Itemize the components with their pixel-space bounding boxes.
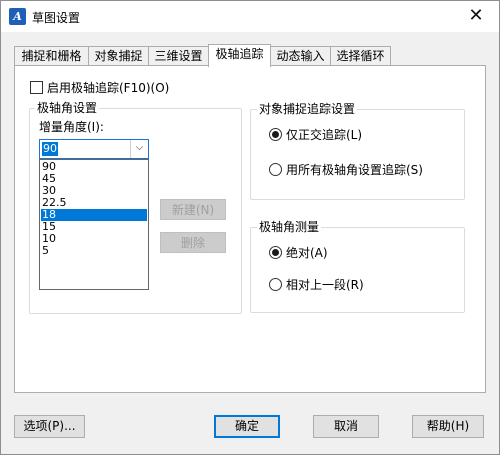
snap-tracking-title: 对象捕捉追踪设置 — [257, 102, 358, 116]
enable-polar-checkbox[interactable] — [30, 81, 43, 94]
dropdown-option-selected[interactable]: 18 — [41, 209, 147, 221]
tab-selection-cycling[interactable]: 选择循环 — [330, 46, 391, 66]
dropdown-option[interactable]: 45 — [41, 173, 147, 185]
orthogonal-tracking-radio[interactable] — [269, 128, 282, 141]
relative-radio[interactable] — [269, 278, 282, 291]
ok-button[interactable]: 确定 — [214, 415, 280, 438]
help-button[interactable]: 帮助(H) — [412, 415, 484, 438]
dropdown-option[interactable]: 10 — [41, 233, 147, 245]
tab-3d-settings[interactable]: 三维设置 — [148, 46, 209, 66]
chevron-down-icon[interactable]: ⌵ — [130, 140, 148, 158]
orthogonal-tracking-label: 仅正交追踪(L) — [286, 128, 363, 142]
tab-snap-grid[interactable]: 捕捉和栅格 — [14, 46, 89, 66]
all-polar-tracking-label: 用所有极轴角设置追踪(S) — [286, 163, 423, 177]
increment-angle-value: 90 — [42, 142, 58, 156]
dropdown-option[interactable]: 22.5 — [41, 197, 147, 209]
increment-angle-dropdown[interactable]: 90 45 30 22.5 18 15 10 5 — [39, 159, 149, 290]
dropdown-option[interactable]: 90 — [41, 161, 147, 173]
relative-label: 相对上一段(R) — [286, 278, 364, 292]
delete-angle-button[interactable]: 删除 — [160, 232, 226, 253]
polar-measure-title: 极轴角测量 — [257, 220, 322, 234]
drawing-settings-dialog: A 草图设置 ✕ 捕捉和栅格 对象捕捉 三维设置 极轴追踪 动态输入 选择循环 … — [0, 0, 500, 455]
tab-polar-tracking[interactable]: 极轴追踪 — [208, 44, 271, 67]
dropdown-option[interactable]: 15 — [41, 221, 147, 233]
window-title: 草图设置 — [32, 11, 81, 25]
tab-object-snap[interactable]: 对象捕捉 — [88, 46, 149, 66]
snap-tracking-group — [250, 109, 465, 200]
increment-angle-label: 增量角度(I): — [39, 120, 104, 134]
absolute-label: 绝对(A) — [286, 246, 328, 260]
close-icon[interactable]: ✕ — [453, 1, 499, 32]
polar-measure-group — [250, 227, 465, 313]
drawing-settings-icon: A — [9, 8, 26, 25]
polar-angle-group-title: 极轴角设置 — [35, 101, 100, 115]
absolute-radio[interactable] — [269, 246, 282, 259]
options-button[interactable]: 选项(P)... — [14, 415, 85, 438]
cancel-button[interactable]: 取消 — [313, 415, 379, 438]
increment-angle-combo[interactable]: 90 ⌵ — [39, 139, 149, 159]
all-polar-tracking-radio[interactable] — [269, 163, 282, 176]
enable-polar-label: 启用极轴追踪(F10)(O) — [47, 81, 170, 95]
new-angle-button[interactable]: 新建(N) — [160, 199, 226, 220]
tab-dynamic-input[interactable]: 动态输入 — [270, 46, 331, 66]
title-bar: A 草图设置 ✕ — [1, 1, 499, 32]
dropdown-option[interactable]: 5 — [41, 245, 147, 257]
